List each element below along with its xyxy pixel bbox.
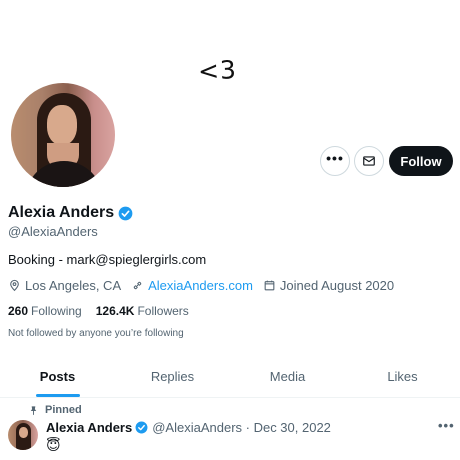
pinned-label: Pinned <box>45 404 82 416</box>
profile-handle: @AlexiaAnders <box>8 224 98 239</box>
tab-likes[interactable]: Likes <box>345 356 460 397</box>
following-link[interactable]: 260 Following <box>8 304 82 318</box>
follow-button[interactable]: Follow <box>389 146 453 176</box>
mail-icon <box>363 156 375 166</box>
post-avatar[interactable] <box>8 420 38 450</box>
followers-link[interactable]: 126.4K Followers <box>96 304 189 318</box>
avatar-image <box>11 83 115 187</box>
location-pin-icon <box>10 279 19 292</box>
profile-tabs: Posts Replies Media Likes <box>0 356 460 398</box>
join-date: Joined August 2020 <box>263 278 394 293</box>
tab-posts[interactable]: Posts <box>0 356 115 397</box>
post-content: 😇 <box>46 437 61 453</box>
post-more-icon[interactable]: ••• <box>438 418 455 433</box>
profile-meta: Los Angeles, CA AlexiaAnders.com Joined … <box>8 278 404 293</box>
pin-icon <box>30 405 37 415</box>
post-author-name[interactable]: Alexia Anders <box>46 420 132 435</box>
join-date-text: Joined August 2020 <box>279 278 395 293</box>
link-icon <box>133 281 142 290</box>
post-handle-date[interactable]: @AlexiaAnders · Dec 30, 2022 <box>152 420 331 435</box>
website-link[interactable]: AlexiaAnders.com <box>148 278 253 293</box>
website[interactable]: AlexiaAnders.com <box>131 278 253 293</box>
verified-badge-icon[interactable] <box>135 421 148 434</box>
following-label: Following <box>31 304 82 318</box>
pinned-indicator: Pinned <box>28 404 82 416</box>
more-options-button[interactable]: ••• <box>320 146 350 176</box>
followers-count: 126.4K <box>95 304 135 318</box>
location-text: Los Angeles, CA <box>25 278 122 293</box>
profile-avatar[interactable] <box>8 80 118 190</box>
banner-text: <3 <box>197 55 238 86</box>
following-count: 260 <box>8 304 29 318</box>
location: Los Angeles, CA <box>8 278 121 293</box>
tab-media[interactable]: Media <box>230 356 345 397</box>
more-icon: ••• <box>326 150 344 166</box>
profile-name: Alexia Anders <box>8 204 115 221</box>
follow-counts: 260 Following 126.4K Followers <box>8 304 203 318</box>
profile-bio: Booking - mark@spieglergirls.com <box>8 252 207 267</box>
not-followed-notice: Not followed by anyone you’re following <box>8 328 184 339</box>
calendar-icon <box>264 280 275 291</box>
profile-name-row: Alexia Anders <box>8 204 133 222</box>
verified-badge-icon[interactable] <box>118 206 133 221</box>
tab-replies[interactable]: Replies <box>115 356 230 397</box>
message-button[interactable] <box>354 146 384 176</box>
followers-label: Followers <box>137 304 189 318</box>
post-header: Alexia Anders @AlexiaAnders · Dec 30, 20… <box>46 420 331 435</box>
